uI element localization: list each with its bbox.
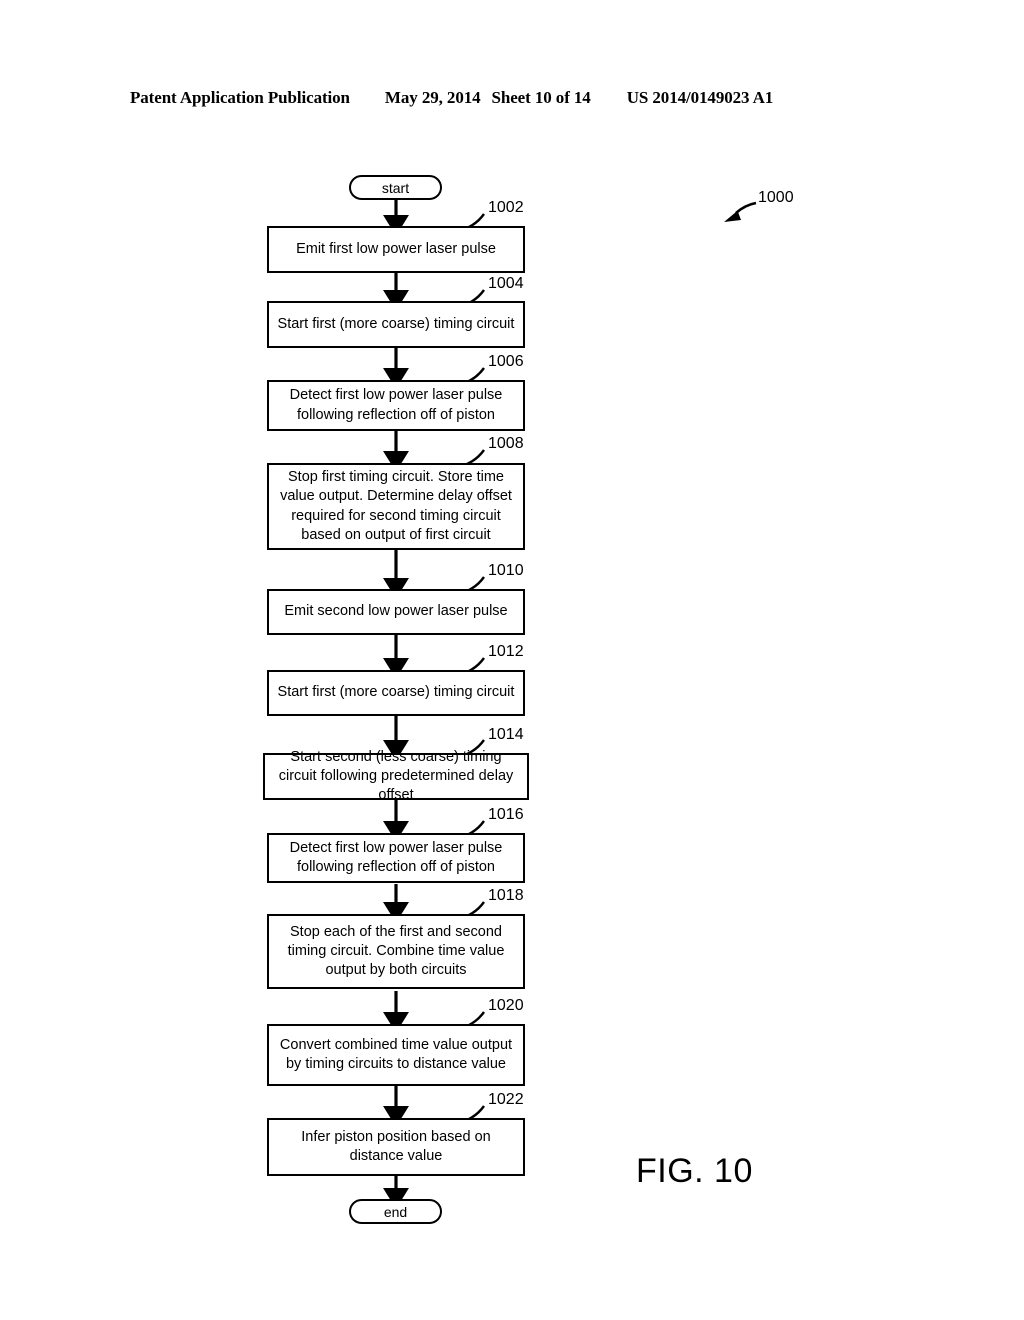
step-1018-text: Stop each of the first and second timing… xyxy=(287,923,505,979)
flowchart-step-1006[interactable]: Detect first low power laser pulse follo… xyxy=(267,380,525,431)
step-1020-text: Convert combined time value output by ti… xyxy=(279,1036,513,1072)
step-1016-text: Detect first low power laser pulse follo… xyxy=(289,839,503,875)
step-1012-text: Start first (more coarse) timing circuit xyxy=(277,684,515,701)
figure-reference-arrow xyxy=(724,201,757,222)
flowchart-diagram: start Emit first low power laser pulse 1… xyxy=(0,0,1024,1320)
reference-numeral-1006: 1006 xyxy=(488,353,524,370)
reference-numeral-1018: 1018 xyxy=(488,887,524,904)
reference-numeral-1020: 1020 xyxy=(488,997,524,1014)
flowchart-step-1008[interactable]: Stop first timing circuit. Store time va… xyxy=(267,463,525,550)
flowchart-step-1004[interactable]: Start first (more coarse) timing circuit xyxy=(267,301,525,348)
flowchart-step-1020[interactable]: Convert combined time value output by ti… xyxy=(267,1024,525,1086)
flowchart-step-1012[interactable]: Start first (more coarse) timing circuit xyxy=(267,670,525,716)
reference-numeral-1014: 1014 xyxy=(488,726,524,743)
flowchart-step-1018[interactable]: Stop each of the first and second timing… xyxy=(267,914,525,989)
step-1014-text: Start second (less coarse) timing circui… xyxy=(278,748,514,804)
step-1010-text: Emit second low power laser pulse xyxy=(284,603,508,620)
flowchart-step-1010[interactable]: Emit second low power laser pulse xyxy=(267,589,525,635)
reference-numeral-1022: 1022 xyxy=(488,1091,524,1108)
flowchart-step-1022[interactable]: Infer piston position based on distance … xyxy=(267,1118,525,1176)
reference-numeral-1004: 1004 xyxy=(488,275,524,292)
flowchart-step-1014[interactable]: Start second (less coarse) timing circui… xyxy=(263,749,529,803)
reference-numeral-1016: 1016 xyxy=(488,806,524,823)
figure-caption: FIG. 10 xyxy=(636,1152,753,1190)
start-label: start xyxy=(381,179,410,196)
reference-numeral-1000: 1000 xyxy=(758,189,794,206)
step-1002-text: Emit first low power laser pulse xyxy=(296,240,496,257)
step-1008-text: Stop first timing circuit. Store time va… xyxy=(280,469,512,543)
flowchart-end-terminator[interactable]: end xyxy=(349,1199,442,1224)
reference-numeral-1008: 1008 xyxy=(488,435,524,452)
end-label: end xyxy=(383,1203,408,1220)
reference-numeral-1010: 1010 xyxy=(488,562,524,579)
reference-numeral-1002: 1002 xyxy=(488,199,524,216)
reference-numeral-1012: 1012 xyxy=(488,643,524,660)
step-1004-text: Start first (more coarse) timing circuit xyxy=(277,315,515,332)
step-1022-text: Infer piston position based on distance … xyxy=(301,1128,491,1164)
flowchart-start-terminator[interactable]: start xyxy=(349,175,442,200)
step-1006-text: Detect first low power laser pulse follo… xyxy=(289,387,503,423)
flowchart-step-1016[interactable]: Detect first low power laser pulse follo… xyxy=(267,833,525,883)
flowchart-step-1002[interactable]: Emit first low power laser pulse xyxy=(267,226,525,273)
